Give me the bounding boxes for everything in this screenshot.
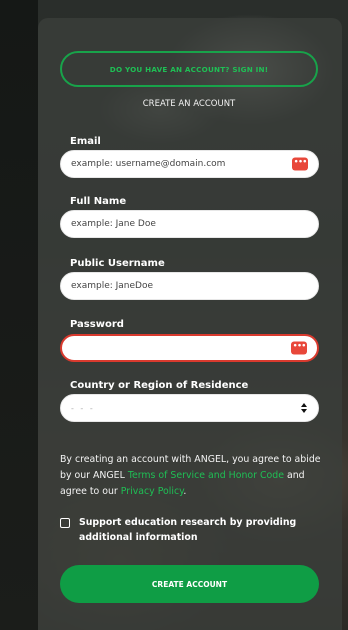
research-option[interactable]: Support education research by providing …	[60, 515, 322, 545]
page-title: CREATE AN ACCOUNT	[142, 99, 236, 109]
password-label: Password	[70, 319, 124, 330]
password-field[interactable]	[72, 343, 272, 353]
email-label: Email	[70, 136, 101, 147]
full-name-field[interactable]	[71, 219, 271, 229]
username-field-wrapper[interactable]	[60, 272, 319, 300]
left-edge	[0, 0, 38, 630]
username-label: Public Username	[70, 258, 165, 269]
username-field[interactable]	[71, 281, 271, 291]
legal-text-part: .	[183, 486, 187, 497]
email-field[interactable]	[71, 159, 271, 169]
research-checkbox[interactable]	[60, 518, 70, 528]
select-arrows-icon	[300, 401, 308, 415]
research-checkbox-label[interactable]: Support education research by providing …	[79, 515, 322, 545]
country-select-value: - - -	[71, 403, 95, 413]
country-select[interactable]: - - -	[60, 394, 319, 422]
terms-link[interactable]: Terms of Service and Honor Code	[128, 470, 284, 481]
legal-text: By creating an account with ANGEL, you a…	[60, 452, 322, 500]
full-name-label: Full Name	[70, 196, 127, 207]
create-account-button[interactable]: CREATE ACCOUNT	[60, 565, 319, 603]
password-manager-icon[interactable]: •••	[292, 157, 308, 171]
email-field-wrapper[interactable]: •••	[60, 150, 319, 178]
sign-in-button[interactable]: DO YOU HAVE AN ACCOUNT? SIGN IN!	[60, 51, 318, 87]
full-name-field-wrapper[interactable]	[60, 210, 319, 238]
country-label: Country or Region of Residence	[70, 380, 249, 391]
privacy-link[interactable]: Privacy Policy	[121, 486, 184, 497]
password-manager-icon[interactable]: •••	[291, 341, 307, 355]
password-field-wrapper[interactable]: •••	[60, 334, 319, 362]
